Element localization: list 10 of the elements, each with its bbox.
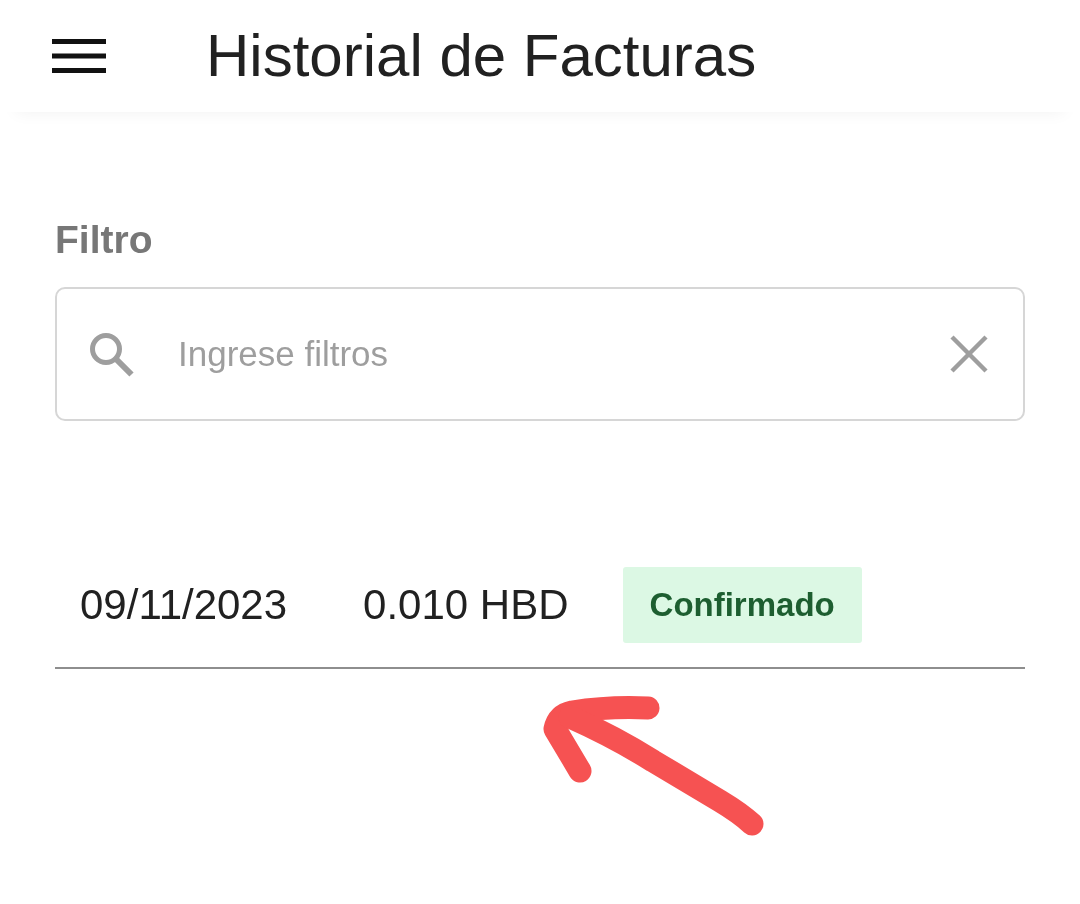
menu-icon[interactable] [52, 39, 106, 73]
status-badge: Confirmado [622, 567, 862, 643]
invoice-amount: 0.010 HBD [363, 581, 569, 629]
search-icon [88, 331, 134, 377]
page-title: Historial de Facturas [206, 21, 757, 91]
filter-input[interactable]: Ingrese filtros [178, 332, 920, 376]
filter-field[interactable]: Ingrese filtros [55, 287, 1025, 421]
filter-label: Filtro [55, 217, 153, 263]
invoice-date: 09/11/2023 [80, 581, 288, 629]
clear-icon[interactable] [950, 335, 988, 373]
